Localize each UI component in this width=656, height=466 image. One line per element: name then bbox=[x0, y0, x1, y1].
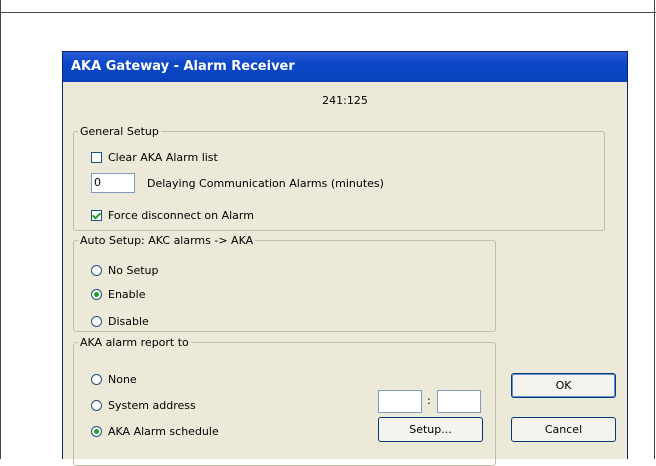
clear-alarm-list-box[interactable] bbox=[91, 151, 102, 163]
auto-setup-option-enable[interactable]: Enable bbox=[91, 286, 145, 302]
none-radio[interactable] bbox=[91, 373, 102, 385]
system-address-radio[interactable] bbox=[91, 399, 102, 411]
system-address-part2-input[interactable] bbox=[437, 390, 481, 413]
auto-setup-legend: Auto Setup: AKC alarms -> AKA bbox=[80, 234, 254, 247]
auto-setup-option-no-setup[interactable]: No Setup bbox=[91, 262, 158, 278]
cancel-button[interactable]: Cancel bbox=[511, 417, 616, 442]
delay-minutes-input[interactable]: 0 bbox=[91, 173, 135, 193]
dialog-title: AKA Gateway - Alarm Receiver bbox=[71, 59, 295, 74]
general-setup-legend: General Setup bbox=[80, 125, 159, 138]
report-option-alarm-schedule[interactable]: AKA Alarm schedule bbox=[91, 423, 219, 439]
none-label: None bbox=[108, 372, 137, 386]
alarm-receiver-dialog: AKA Gateway - Alarm Receiver 241:125 Gen… bbox=[62, 51, 628, 466]
disable-label: Disable bbox=[108, 314, 149, 328]
clear-alarm-list-label: Clear AKA Alarm list bbox=[108, 150, 218, 164]
gateway-address: 241:125 bbox=[322, 94, 368, 107]
enable-radio[interactable] bbox=[91, 288, 102, 300]
address-separator: : bbox=[427, 394, 431, 407]
auto-setup-option-disable[interactable]: Disable bbox=[91, 313, 149, 329]
report-to-legend: AKA alarm report to bbox=[80, 336, 189, 349]
disable-radio[interactable] bbox=[91, 315, 102, 327]
alarm-schedule-label: AKA Alarm schedule bbox=[108, 424, 219, 438]
report-option-none[interactable]: None bbox=[91, 371, 137, 387]
clear-alarm-list-checkbox[interactable]: Clear AKA Alarm list bbox=[91, 149, 218, 165]
enable-label: Enable bbox=[108, 287, 146, 301]
delay-label-row: Delaying Communication Alarms (minutes) bbox=[147, 175, 384, 191]
no-setup-radio[interactable] bbox=[91, 264, 102, 276]
force-disconnect-checkbox[interactable]: Force disconnect on Alarm bbox=[91, 207, 254, 223]
no-setup-label: No Setup bbox=[108, 263, 159, 277]
delay-minutes-label: Delaying Communication Alarms (minutes) bbox=[147, 176, 384, 190]
system-address-part1-input[interactable] bbox=[378, 390, 422, 413]
force-disconnect-label: Force disconnect on Alarm bbox=[108, 208, 254, 222]
system-address-label: System address bbox=[108, 398, 196, 412]
setup-button[interactable]: Setup... bbox=[378, 417, 483, 442]
top-divider bbox=[0, 12, 656, 13]
ok-button[interactable]: OK bbox=[511, 373, 616, 398]
alarm-schedule-radio[interactable] bbox=[91, 425, 102, 437]
force-disconnect-box[interactable] bbox=[91, 209, 102, 221]
dialog-title-bar: AKA Gateway - Alarm Receiver bbox=[63, 52, 627, 82]
report-option-system-address[interactable]: System address bbox=[91, 397, 196, 413]
